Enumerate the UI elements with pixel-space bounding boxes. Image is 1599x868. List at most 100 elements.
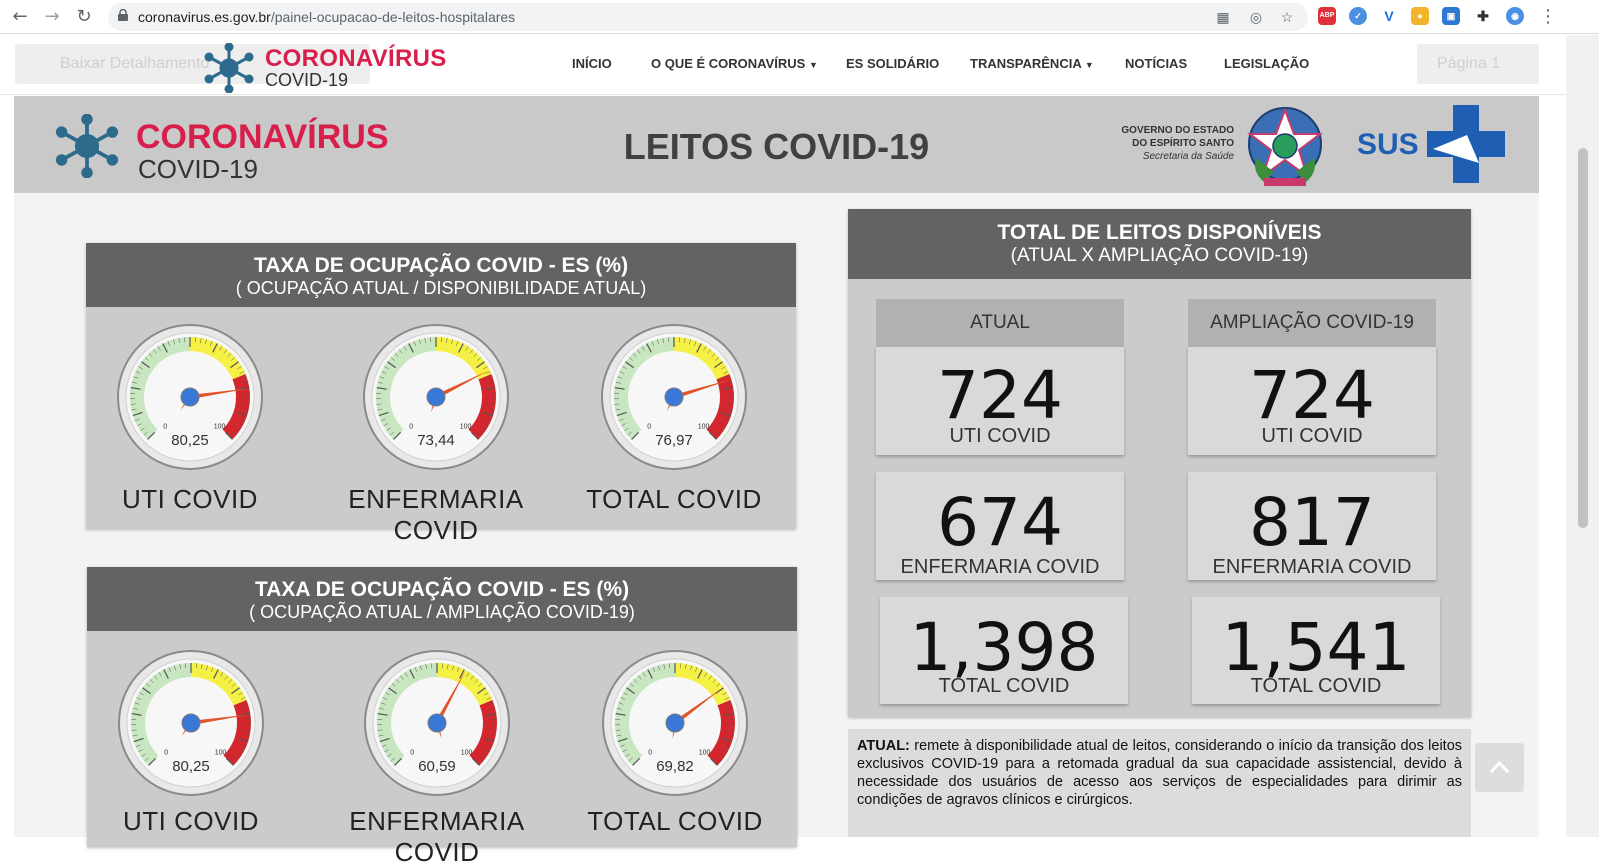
menu-item-legislacao[interactable]: LEGISLAÇÃO — [1224, 56, 1309, 71]
gauge-min-label: 0 — [647, 424, 651, 431]
gauge-min-label: 0 — [410, 750, 414, 757]
note-text: remete à disponibilidade atual de leitos… — [857, 738, 1462, 808]
address-bar[interactable]: coronavirus.es.gov.br/painel-ocupacao-de… — [108, 3, 1308, 31]
note-term: ATUAL: — [857, 738, 910, 754]
gauge-min-label: 0 — [648, 750, 652, 757]
menu-item-noticias[interactable]: NOTÍCIAS — [1125, 56, 1187, 71]
gauge-label: UTI COVID — [66, 806, 316, 837]
site-logo[interactable]: CORONAVÍRUS COVID-19 — [203, 43, 453, 89]
gauge-max-label: 100 — [698, 424, 710, 431]
gauge-value: 60,59 — [397, 758, 477, 775]
extension-card-icon[interactable]: ▣ — [1442, 7, 1460, 25]
stat-card: 1,398 TOTAL COVID — [880, 597, 1128, 704]
panel-subtitle: (ATUAL X AMPLIAÇÃO COVID-19) — [848, 245, 1471, 267]
totals-panel: TOTAL DE LEITOS DISPONÍVEIS (ATUAL X AMP… — [848, 209, 1471, 717]
stat-card: 724 UTI COVID — [1188, 347, 1436, 455]
gauge-value: 80,25 — [151, 758, 231, 775]
extension-v-icon[interactable]: V — [1380, 7, 1398, 25]
stat-value: 724 — [876, 357, 1124, 434]
gauge-hub — [181, 388, 199, 406]
browser-toolbar: ← → ↻ coronavirus.es.gov.br/painel-ocupa… — [0, 0, 1599, 34]
reload-icon[interactable]: ↻ — [72, 5, 96, 29]
gov-line-3: Secretaria da Saúde — [1104, 150, 1234, 163]
logo-title: CORONAVÍRUS — [265, 45, 447, 73]
gauge-min-label: 0 — [163, 424, 167, 431]
stat-card: 1,541 TOTAL COVID — [1192, 597, 1440, 704]
page-selector-button[interactable]: Página 1 — [1417, 44, 1539, 84]
menu-label: O QUE É CORONAVÍRUS — [651, 56, 805, 71]
column-header-atual: ATUAL — [876, 299, 1124, 347]
page-button-label: Página 1 — [1437, 55, 1500, 72]
panel-header: TOTAL DE LEITOS DISPONÍVEIS (ATUAL X AMP… — [848, 209, 1471, 279]
panel-subtitle: ( OCUPAÇÃO ATUAL / DISPONIBILIDADE ATUAL… — [86, 278, 796, 299]
gauge-hub — [428, 714, 446, 732]
profile-avatar[interactable]: ◉ — [1506, 7, 1524, 25]
bookmark-star-icon[interactable]: ☆ — [1278, 8, 1296, 26]
lock-icon — [118, 9, 128, 21]
gauge-label: UTI COVID — [65, 484, 315, 515]
government-label: GOVERNO DO ESTADO DO ESPÍRITO SANTO Secr… — [1104, 124, 1234, 163]
stat-label: TOTAL COVID — [1192, 675, 1440, 698]
gauge-hub — [665, 388, 683, 406]
gauge-value: 73,44 — [396, 432, 476, 449]
gauge-hub — [666, 714, 684, 732]
gov-line-1: GOVERNO DO ESTADO — [1104, 124, 1234, 137]
gauge-hub — [427, 388, 445, 406]
stat-label: ENFERMARIA COVID — [876, 556, 1124, 579]
panel-header: TAXA DE OCUPAÇÃO COVID - ES (%) ( OCUPAÇ… — [87, 567, 797, 631]
menu-label: TRANSPARÊNCIA — [970, 56, 1081, 71]
gauge-hub — [182, 714, 200, 732]
extension-icon[interactable]: ✓ — [1349, 7, 1367, 25]
dashboard-banner: CORONAVÍRUS COVID-19 LEITOS COVID-19 GOV… — [14, 96, 1539, 193]
download-button-label: Baixar Detalhamento — [60, 55, 209, 72]
back-icon[interactable]: ← — [8, 5, 32, 29]
stat-value: 724 — [1188, 357, 1436, 434]
stat-value: 817 — [1188, 484, 1436, 561]
stat-card: 724 UTI COVID — [876, 347, 1124, 455]
caret-down-icon: ▼ — [809, 60, 818, 70]
extension-owl-icon[interactable]: ● — [1411, 7, 1429, 25]
panel-header: TAXA DE OCUPAÇÃO COVID - ES (%) ( OCUPAÇ… — [86, 243, 796, 307]
menu-item-o-que-e-coronavirus[interactable]: O QUE É CORONAVÍRUS ▼ — [651, 56, 818, 71]
gauge-max-label: 100 — [699, 750, 711, 757]
stat-value: 674 — [876, 484, 1124, 561]
gauge-label: ENFERMARIA COVID — [312, 806, 562, 868]
stat-label: UTI COVID — [876, 425, 1124, 448]
gauge-value: 80,25 — [150, 432, 230, 449]
definition-note: ATUAL: remete à disponibilidade atual de… — [848, 729, 1471, 837]
menu-item-es-solidario[interactable]: ES SOLIDÁRIO — [846, 56, 939, 71]
gauge-max-label: 100 — [214, 424, 226, 431]
logo-subtitle: COVID-19 — [265, 70, 348, 91]
gauge-min-label: 0 — [164, 750, 168, 757]
panel-title: TAXA DE OCUPAÇÃO COVID - ES (%) — [86, 243, 796, 278]
scrollbar-thumb[interactable] — [1578, 148, 1588, 528]
back-to-top-button[interactable] — [1475, 743, 1524, 792]
state-coat-of-arms-icon — [1244, 102, 1326, 188]
gauge-label: TOTAL COVID — [550, 806, 800, 837]
gauge-max-label: 100 — [461, 750, 473, 757]
gauge-value: 76,97 — [634, 432, 714, 449]
virus-icon — [203, 43, 255, 93]
url-host: coronavirus.es.gov.br — [138, 9, 271, 25]
url-text: coronavirus.es.gov.br/painel-ocupacao-de… — [138, 9, 515, 25]
forward-icon[interactable]: → — [40, 5, 64, 29]
menu-item-transparencia[interactable]: TRANSPARÊNCIA ▼ — [970, 56, 1094, 71]
sus-cross-icon — [1427, 105, 1507, 183]
chevron-up-icon — [1475, 743, 1524, 792]
stat-label: TOTAL COVID — [880, 675, 1128, 698]
gauge-label: TOTAL COVID — [549, 484, 799, 515]
panel-title: TAXA DE OCUPAÇÃO COVID - ES (%) — [87, 567, 797, 602]
column-header-ampliacao: AMPLIAÇÃO COVID-19 — [1188, 299, 1436, 347]
menu-item-inicio[interactable]: INÍCIO — [572, 56, 612, 71]
panel-title: TOTAL DE LEITOS DISPONÍVEIS — [848, 209, 1471, 245]
eye-off-icon[interactable]: ◎ — [1247, 8, 1265, 26]
gauge-label: ENFERMARIA COVID — [311, 484, 561, 546]
qr-code-icon[interactable]: ▦ — [1214, 8, 1232, 26]
gauge-min-label: 0 — [409, 424, 413, 431]
gauge-max-label: 100 — [460, 424, 472, 431]
extensions-puzzle-icon[interactable]: ✚ — [1474, 7, 1492, 25]
adblock-icon[interactable]: ABP — [1318, 7, 1336, 25]
gauge-value: 69,82 — [635, 758, 715, 775]
stat-label: UTI COVID — [1188, 425, 1436, 448]
browser-menu-icon[interactable]: ⋮ — [1536, 5, 1560, 29]
